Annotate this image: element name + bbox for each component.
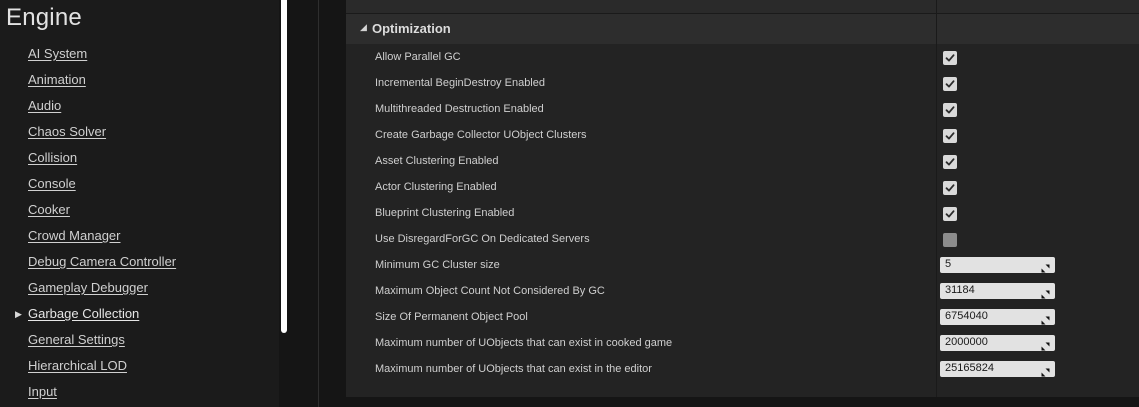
sidebar-category-title: Engine xyxy=(6,4,82,31)
panel-divider xyxy=(318,0,319,407)
sidebar-item-chaos-solver[interactable]: Chaos Solver xyxy=(0,120,279,146)
setting-label: Size Of Permanent Object Pool xyxy=(375,311,528,323)
sidebar-nav-list: AI System Animation Audio Chaos Solver Colli… xyxy=(0,42,279,406)
sidebar-item-label: Crowd Manager xyxy=(28,228,121,243)
setting-number-input[interactable]: 31184 xyxy=(940,283,1055,299)
sidebar-item-label: Hierarchical LOD xyxy=(28,358,127,373)
setting-number-value: 25165824 xyxy=(945,362,994,374)
sidebar-item-label: Input xyxy=(28,384,57,399)
sidebar-item-ai-system[interactable]: AI System xyxy=(0,42,279,68)
setting-label: Maximum Object Count Not Considered By G… xyxy=(375,285,605,297)
setting-row: Maximum number of UObjects that can exis… xyxy=(346,357,1139,383)
sidebar-item-input[interactable]: Input xyxy=(0,380,279,406)
setting-number-input[interactable]: 6754040 xyxy=(940,309,1055,325)
setting-row: Allow Parallel GC xyxy=(346,45,1139,71)
sidebar-item-label: Animation xyxy=(28,72,86,87)
setting-row: Maximum number of UObjects that can exis… xyxy=(346,331,1139,357)
setting-row: Maximum Object Count Not Considered By G… xyxy=(346,279,1139,305)
setting-checkbox[interactable] xyxy=(943,51,957,65)
drag-resize-icon[interactable] xyxy=(1041,364,1050,382)
drag-resize-icon[interactable] xyxy=(1041,312,1050,330)
setting-checkbox[interactable] xyxy=(943,155,957,169)
setting-checkbox[interactable] xyxy=(943,103,957,117)
setting-label: Create Garbage Collector UObject Cluster… xyxy=(375,129,587,141)
setting-label: Asset Clustering Enabled xyxy=(375,155,499,167)
setting-number-value: 31184 xyxy=(945,284,975,296)
setting-number-input[interactable]: 25165824 xyxy=(940,361,1055,377)
value-column-separator xyxy=(936,0,937,397)
setting-label: Blueprint Clustering Enabled xyxy=(375,207,515,219)
sidebar-item-garbage-collection[interactable]: ▶ Garbage Collection xyxy=(0,302,279,328)
sidebar-item-audio[interactable]: Audio xyxy=(0,94,279,120)
setting-checkbox[interactable] xyxy=(943,233,957,247)
setting-row: Asset Clustering Enabled xyxy=(346,149,1139,175)
triangle-down-icon: ◢ xyxy=(360,22,367,32)
drag-resize-icon[interactable] xyxy=(1041,260,1050,278)
settings-sidebar: Engine AI System Animation Audio Chaos Solv… xyxy=(0,0,279,407)
sidebar-item-label: Debug Camera Controller xyxy=(28,254,177,269)
setting-label: Maximum number of UObjects that can exis… xyxy=(375,337,673,349)
sidebar-item-general-settings[interactable]: General Settings xyxy=(0,328,279,354)
previous-section-footer xyxy=(346,0,1139,14)
setting-checkbox[interactable] xyxy=(943,181,957,195)
setting-number-value: 5 xyxy=(945,258,952,270)
setting-label: Multithreaded Destruction Enabled xyxy=(375,103,544,115)
sidebar-item-label: Audio xyxy=(28,98,62,113)
setting-checkbox[interactable] xyxy=(943,129,957,143)
setting-row: Incremental BeginDestroy Enabled xyxy=(346,71,1139,97)
setting-row: Use DisregardForGC On Dedicated Servers xyxy=(346,227,1139,253)
sidebar-item-hierarchical-lod[interactable]: Hierarchical LOD xyxy=(0,354,279,380)
setting-checkbox[interactable] xyxy=(943,207,957,221)
setting-label: Minimum GC Cluster size xyxy=(375,259,500,271)
settings-rows: Allow Parallel GC Incremental BeginDestro… xyxy=(346,45,1139,383)
setting-row: Actor Clustering Enabled xyxy=(346,175,1139,201)
sidebar-item-label: Collision xyxy=(28,150,78,165)
drag-resize-icon[interactable] xyxy=(1041,286,1050,304)
sidebar-item-crowd-manager[interactable]: Crowd Manager xyxy=(0,224,279,250)
setting-number-value: 6754040 xyxy=(945,310,988,322)
setting-row: Blueprint Clustering Enabled xyxy=(346,201,1139,227)
setting-row: Size Of Permanent Object Pool 6754040 xyxy=(346,305,1139,331)
setting-label: Maximum number of UObjects that can exis… xyxy=(375,363,652,375)
setting-number-value: 2000000 xyxy=(945,336,988,348)
sidebar-item-label: AI System xyxy=(28,46,88,61)
setting-checkbox[interactable] xyxy=(943,77,957,91)
triangle-right-icon: ▶ xyxy=(15,309,22,319)
sidebar-item-animation[interactable]: Animation xyxy=(0,68,279,94)
setting-label: Use DisregardForGC On Dedicated Servers xyxy=(375,233,590,245)
sidebar-item-label: Console xyxy=(28,176,76,191)
section-title: Optimization xyxy=(372,21,451,36)
sidebar-item-label: Garbage Collection xyxy=(28,306,140,321)
setting-number-input[interactable]: 5 xyxy=(940,257,1055,273)
drag-resize-icon[interactable] xyxy=(1041,338,1050,356)
sidebar-scrollbar[interactable] xyxy=(281,0,287,333)
setting-label: Actor Clustering Enabled xyxy=(375,181,497,193)
setting-label: Incremental BeginDestroy Enabled xyxy=(375,77,545,89)
sidebar-item-console[interactable]: Console xyxy=(0,172,279,198)
sidebar-item-label: General Settings xyxy=(28,332,125,347)
sidebar-item-collision[interactable]: Collision xyxy=(0,146,279,172)
sidebar-item-debug-camera-controller[interactable]: Debug Camera Controller xyxy=(0,250,279,276)
section-header-optimization[interactable]: ◢ Optimization xyxy=(346,14,1139,44)
setting-label: Allow Parallel GC xyxy=(375,51,461,63)
sidebar-item-label: Chaos Solver xyxy=(28,124,107,139)
setting-row: Minimum GC Cluster size 5 xyxy=(346,253,1139,279)
sidebar-item-gameplay-debugger[interactable]: Gameplay Debugger xyxy=(0,276,279,302)
sidebar-item-cooker[interactable]: Cooker xyxy=(0,198,279,224)
details-panel: ◢ Optimization Allow Parallel GC Incremen… xyxy=(346,0,1139,397)
setting-number-input[interactable]: 2000000 xyxy=(940,335,1055,351)
setting-row: Create Garbage Collector UObject Cluster… xyxy=(346,123,1139,149)
sidebar-item-label: Gameplay Debugger xyxy=(28,280,148,295)
sidebar-item-label: Cooker xyxy=(28,202,70,217)
setting-row: Multithreaded Destruction Enabled xyxy=(346,97,1139,123)
